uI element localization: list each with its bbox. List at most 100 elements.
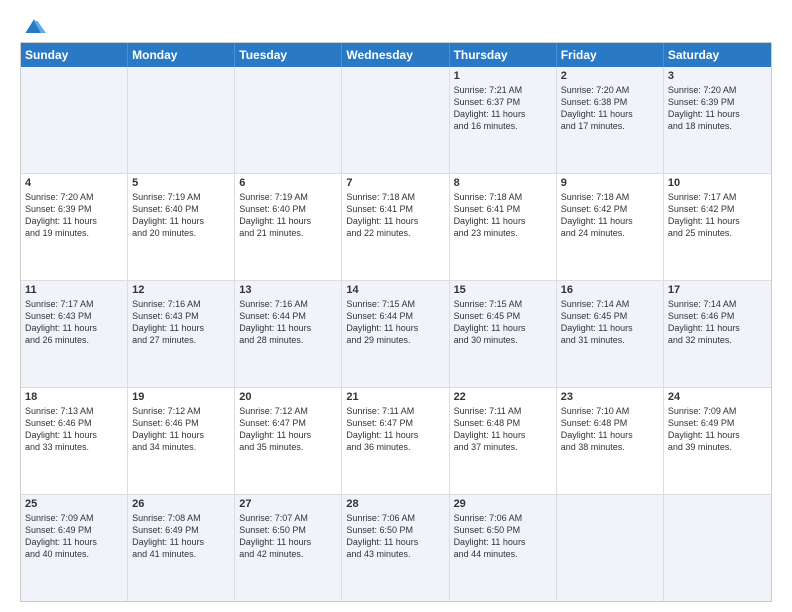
day-cell [128, 67, 235, 173]
calendar-header-row: SundayMondayTuesdayWednesdayThursdayFrid… [21, 43, 771, 67]
day-number: 3 [668, 70, 767, 82]
calendar-row-2: 11 Sunrise: 7:17 AM Sunset: 6:43 PM Dayli… [21, 281, 771, 388]
day-info: Sunrise: 7:09 AM Sunset: 6:49 PM Dayligh… [25, 512, 123, 561]
day-cell: 13 Sunrise: 7:16 AM Sunset: 6:44 PM Dayli… [235, 281, 342, 387]
day-cell: 5 Sunrise: 7:19 AM Sunset: 6:40 PM Daylig… [128, 174, 235, 280]
day-cell: 14 Sunrise: 7:15 AM Sunset: 6:44 PM Dayli… [342, 281, 449, 387]
day-info: Sunrise: 7:14 AM Sunset: 6:46 PM Dayligh… [668, 298, 767, 347]
day-number: 9 [561, 177, 659, 189]
day-info: Sunrise: 7:20 AM Sunset: 6:39 PM Dayligh… [668, 84, 767, 133]
day-info: Sunrise: 7:18 AM Sunset: 6:42 PM Dayligh… [561, 191, 659, 240]
day-number: 21 [346, 391, 444, 403]
day-info: Sunrise: 7:13 AM Sunset: 6:46 PM Dayligh… [25, 405, 123, 454]
day-number: 7 [346, 177, 444, 189]
day-cell: 24Sunrise: 7:09 AM Sunset: 6:49 PM Dayli… [664, 388, 771, 494]
day-cell: 7 Sunrise: 7:18 AM Sunset: 6:41 PM Daylig… [342, 174, 449, 280]
day-info: Sunrise: 7:18 AM Sunset: 6:41 PM Dayligh… [454, 191, 552, 240]
day-cell: 6 Sunrise: 7:19 AM Sunset: 6:40 PM Daylig… [235, 174, 342, 280]
day-cell: 27 Sunrise: 7:07 AM Sunset: 6:50 PM Dayli… [235, 495, 342, 601]
day-cell: 10 Sunrise: 7:17 AM Sunset: 6:42 PM Dayli… [664, 174, 771, 280]
day-number: 22 [454, 391, 552, 403]
day-info: Sunrise: 7:08 AM Sunset: 6:49 PM Dayligh… [132, 512, 230, 561]
day-number: 8 [454, 177, 552, 189]
day-cell: 11 Sunrise: 7:17 AM Sunset: 6:43 PM Dayli… [21, 281, 128, 387]
logo [20, 16, 46, 34]
day-cell: 3 Sunrise: 7:20 AM Sunset: 6:39 PM Daylig… [664, 67, 771, 173]
day-number: 14 [346, 284, 444, 296]
day-cell: 1 Sunrise: 7:21 AM Sunset: 6:37 PM Daylig… [450, 67, 557, 173]
day-info: Sunrise: 7:15 AM Sunset: 6:44 PM Dayligh… [346, 298, 444, 347]
day-info: Sunrise: 7:07 AM Sunset: 6:50 PM Dayligh… [239, 512, 337, 561]
day-number: 29 [454, 498, 552, 510]
day-cell: 20Sunrise: 7:12 AM Sunset: 6:47 PM Dayli… [235, 388, 342, 494]
day-header-sunday: Sunday [21, 43, 128, 67]
day-number: 23 [561, 391, 659, 403]
day-info: Sunrise: 7:15 AM Sunset: 6:45 PM Dayligh… [454, 298, 552, 347]
day-number: 4 [25, 177, 123, 189]
day-info: Sunrise: 7:16 AM Sunset: 6:44 PM Dayligh… [239, 298, 337, 347]
day-cell: 18 Sunrise: 7:13 AM Sunset: 6:46 PM Dayli… [21, 388, 128, 494]
day-header-wednesday: Wednesday [342, 43, 449, 67]
day-info: Sunrise: 7:20 AM Sunset: 6:38 PM Dayligh… [561, 84, 659, 133]
calendar-row-3: 18 Sunrise: 7:13 AM Sunset: 6:46 PM Dayli… [21, 388, 771, 495]
day-info: Sunrise: 7:17 AM Sunset: 6:43 PM Dayligh… [25, 298, 123, 347]
day-number: 11 [25, 284, 123, 296]
day-cell: 15 Sunrise: 7:15 AM Sunset: 6:45 PM Dayli… [450, 281, 557, 387]
day-cell: 17 Sunrise: 7:14 AM Sunset: 6:46 PM Dayli… [664, 281, 771, 387]
day-cell [664, 495, 771, 601]
day-cell [557, 495, 664, 601]
day-cell [342, 67, 449, 173]
day-number: 19 [132, 391, 230, 403]
day-info: Sunrise: 7:19 AM Sunset: 6:40 PM Dayligh… [239, 191, 337, 240]
day-info: Sunrise: 7:18 AM Sunset: 6:41 PM Dayligh… [346, 191, 444, 240]
day-number: 18 [25, 391, 123, 403]
day-cell: 26 Sunrise: 7:08 AM Sunset: 6:49 PM Dayli… [128, 495, 235, 601]
day-info: Sunrise: 7:19 AM Sunset: 6:40 PM Dayligh… [132, 191, 230, 240]
day-number: 25 [25, 498, 123, 510]
day-cell: 19 Sunrise: 7:12 AM Sunset: 6:46 PM Dayli… [128, 388, 235, 494]
day-number: 28 [346, 498, 444, 510]
day-info: Sunrise: 7:10 AM Sunset: 6:48 PM Dayligh… [561, 405, 659, 454]
page: SundayMondayTuesdayWednesdayThursdayFrid… [0, 0, 792, 612]
day-info: Sunrise: 7:14 AM Sunset: 6:45 PM Dayligh… [561, 298, 659, 347]
calendar-row-4: 25 Sunrise: 7:09 AM Sunset: 6:49 PM Dayli… [21, 495, 771, 601]
day-cell: 9 Sunrise: 7:18 AM Sunset: 6:42 PM Daylig… [557, 174, 664, 280]
day-info: Sunrise: 7:17 AM Sunset: 6:42 PM Dayligh… [668, 191, 767, 240]
calendar: SundayMondayTuesdayWednesdayThursdayFrid… [20, 42, 772, 602]
day-number: 27 [239, 498, 337, 510]
day-number: 17 [668, 284, 767, 296]
day-number: 13 [239, 284, 337, 296]
day-number: 16 [561, 284, 659, 296]
day-cell: 12Sunrise: 7:16 AM Sunset: 6:43 PM Dayli… [128, 281, 235, 387]
day-info: Sunrise: 7:11 AM Sunset: 6:48 PM Dayligh… [454, 405, 552, 454]
day-cell: 23 Sunrise: 7:10 AM Sunset: 6:48 PM Dayli… [557, 388, 664, 494]
day-cell: 25 Sunrise: 7:09 AM Sunset: 6:49 PM Dayli… [21, 495, 128, 601]
day-number: 5 [132, 177, 230, 189]
day-cell [21, 67, 128, 173]
day-number: 6 [239, 177, 337, 189]
day-number: 24 [668, 391, 767, 403]
day-cell: 28 Sunrise: 7:06 AM Sunset: 6:50 PM Dayli… [342, 495, 449, 601]
day-cell: 2Sunrise: 7:20 AM Sunset: 6:38 PM Daylig… [557, 67, 664, 173]
calendar-row-1: 4 Sunrise: 7:20 AM Sunset: 6:39 PM Daylig… [21, 174, 771, 281]
day-number: 1 [454, 70, 552, 82]
day-header-friday: Friday [557, 43, 664, 67]
calendar-body: 1 Sunrise: 7:21 AM Sunset: 6:37 PM Daylig… [21, 67, 771, 601]
logo-icon [22, 16, 46, 38]
day-info: Sunrise: 7:06 AM Sunset: 6:50 PM Dayligh… [346, 512, 444, 561]
day-cell: 21Sunrise: 7:11 AM Sunset: 6:47 PM Dayli… [342, 388, 449, 494]
day-number: 15 [454, 284, 552, 296]
day-info: Sunrise: 7:20 AM Sunset: 6:39 PM Dayligh… [25, 191, 123, 240]
day-header-thursday: Thursday [450, 43, 557, 67]
day-header-tuesday: Tuesday [235, 43, 342, 67]
day-cell: 29Sunrise: 7:06 AM Sunset: 6:50 PM Dayli… [450, 495, 557, 601]
day-info: Sunrise: 7:21 AM Sunset: 6:37 PM Dayligh… [454, 84, 552, 133]
day-cell: 22 Sunrise: 7:11 AM Sunset: 6:48 PM Dayli… [450, 388, 557, 494]
day-header-monday: Monday [128, 43, 235, 67]
calendar-row-0: 1 Sunrise: 7:21 AM Sunset: 6:37 PM Daylig… [21, 67, 771, 174]
day-number: 26 [132, 498, 230, 510]
day-cell: 4 Sunrise: 7:20 AM Sunset: 6:39 PM Daylig… [21, 174, 128, 280]
day-cell [235, 67, 342, 173]
day-number: 10 [668, 177, 767, 189]
day-info: Sunrise: 7:12 AM Sunset: 6:46 PM Dayligh… [132, 405, 230, 454]
